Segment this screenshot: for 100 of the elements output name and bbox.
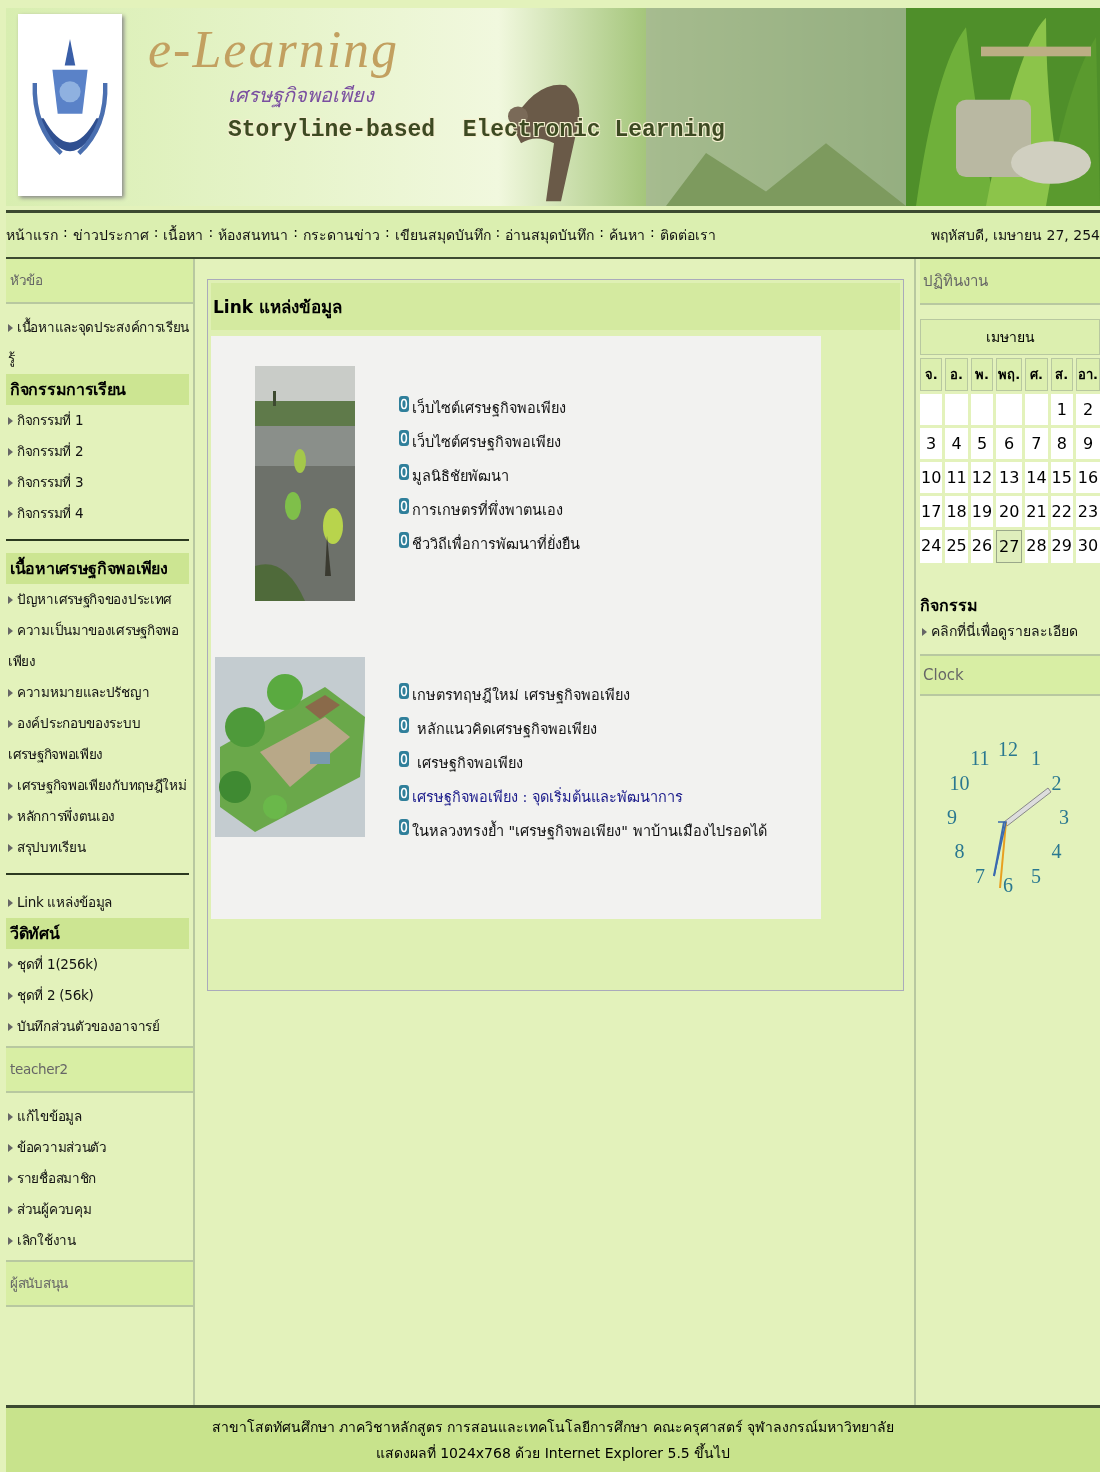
calendar-day[interactable]: 26 [970,530,994,563]
triangle-icon [8,479,13,487]
resource-link[interactable]: การเกษตรที่พึ่งพาตนเอง [399,498,580,521]
calendar-day[interactable]: 29 [1050,530,1073,563]
sidebar-link[interactable]: กิจกรรมที่ 3 [6,467,193,498]
calendar-day[interactable]: 20 [996,496,1023,527]
sidebar-link[interactable]: ชุดที่ 1(256k) [6,949,193,980]
empty-day-cell [945,394,968,425]
nav-link[interactable]: เขียนสมุดบันทึก [394,224,491,246]
resource-link[interactable]: เว็บไซต์เศรษฐกิจพอเพียง [399,396,580,419]
sidebar-link[interactable]: องค์ประกอบของระบบเศรษฐกิจพอเพียง [6,708,193,770]
sidebar-link[interactable]: แก้ไขข้อมูล [6,1101,193,1132]
calendar-day[interactable]: 19 [970,496,994,527]
calendar-day[interactable]: 6 [996,428,1023,459]
calendar-day[interactable]: 22 [1050,496,1073,527]
calendar-day[interactable]: 12 [970,462,994,493]
nav-link[interactable]: เนื้อหา [163,224,204,246]
block-header: ผู้สนับสนุน [6,1260,193,1307]
weekday-header: จ. [920,358,943,391]
sidebar-link[interactable]: ข้อความส่วนตัว [6,1132,193,1163]
sidebar-link[interactable]: บันทึกส่วนตัวของอาจารย์ [6,1011,193,1042]
triangle-icon [8,992,13,1000]
resource-link[interactable]: ชีววิถีเพื่อการพัฒนาที่ยั่งยืน [399,532,580,555]
section-heading: กิจกรรมการเรียน [6,374,189,405]
sidebar-link[interactable]: ส่วนผู้ควบคุม [6,1194,193,1225]
clock-number: 12 [998,738,1018,760]
sidebar-link[interactable]: รายชื่อสมาชิก [6,1163,193,1194]
clock-number: 8 [954,840,965,862]
block-header: ปฏิทินงาน [920,259,1100,305]
sidebar-link[interactable]: สรุปบทเรียน [6,832,193,863]
calendar-month: เมษายน [920,319,1100,355]
calendar-day[interactable]: 24 [920,530,943,563]
sidebar-link[interactable]: เลิกใช้งาน [6,1225,193,1256]
empty-day-cell [996,394,1023,425]
bullet-icon [399,785,409,801]
sidebar-link[interactable]: เศรษฐกิจพอเพียงกับทฤษฎีใหม่ [6,770,193,801]
calendar-day[interactable]: 8 [1050,428,1073,459]
sidebar-link[interactable]: เนื้อหาและจุดประสงค์การเรียนรู้ [6,312,193,374]
calendar-day[interactable]: 13 [996,462,1023,493]
calendar-day[interactable]: 10 [920,462,943,493]
weekday-header: ศ. [1025,358,1048,391]
date-text: พฤหัสบดี, เมษายน 27, 254 [931,226,1100,245]
sidebar-link[interactable]: ความเป็นมาของเศรษฐกิจพอเพียง [6,615,193,677]
nav-link[interactable]: ข่าวประกาศ [72,224,149,246]
resource-link[interactable]: เศรษฐกิจพอเพียง [399,751,767,774]
nav-link[interactable]: ห้องสนทนา [218,224,289,246]
calendar-day[interactable]: 18 [945,496,968,527]
bullet-icon [399,464,409,480]
calendar-day[interactable]: 3 [920,428,943,459]
panel-title: Link แหล่งข้อมูล [211,283,900,330]
events-heading: กิจกรรม [920,595,979,617]
resource-link[interactable]: ในหลวงทรงย้ำ "เศรษฐกิจพอเพียง" พาบ้านเมืองไปรอดได้ [399,819,767,842]
calendar-day[interactable]: 7 [1025,428,1048,459]
bullet-icon [399,498,409,514]
sidebar-link[interactable]: กิจกรรมที่ 2 [6,436,193,467]
resource-link[interactable]: หลักแนวคิดเศรษฐกิจพอเพียง [399,717,767,740]
calendar-day[interactable]: 21 [1025,496,1048,527]
triangle-icon [8,417,13,425]
calendar-day[interactable]: 9 [1076,428,1100,459]
calendar-day[interactable]: 25 [945,530,968,563]
sidebar-link[interactable]: ความหมายและปรัชญา [6,677,193,708]
sidebar-link[interactable]: หลักการพึ่งตนเอง [6,801,193,832]
nav-link[interactable]: ติดต่อเรา [659,224,716,246]
sidebar-link[interactable]: ปัญหาเศรษฐกิจของประเทศ [6,584,193,615]
resource-link[interactable]: เว็บไซต์ศรษฐกิจพอเพียง [399,430,580,453]
clock-number: 1 [1031,747,1041,770]
calendar-day[interactable]: 16 [1076,462,1100,493]
sidebar-link[interactable]: Link แหล่งข้อมูล [6,887,193,918]
calendar-day[interactable]: 4 [945,428,968,459]
weekday-header: อา. [1076,358,1100,391]
calendar-day[interactable]: 14 [1025,462,1048,493]
triangle-icon [8,844,13,852]
resource-link[interactable]: เกษตรทฤษฎีใหม่ เศรษฐกิจพอเพียง [399,683,767,706]
sidebar-link[interactable]: ชุดที่ 2 (56k) [6,980,193,1011]
nav-link[interactable]: ค้นหา [609,224,646,246]
calendar-day[interactable]: 30 [1076,530,1100,563]
calendar-day[interactable]: 17 [920,496,943,527]
calendar-day[interactable]: 28 [1025,530,1048,563]
block-header: Clock [920,654,1100,696]
sidebar-link[interactable]: กิจกรรมที่ 1 [6,405,193,436]
nav-separator: : [599,224,605,242]
triangle-icon [8,627,13,635]
sidebar-link[interactable]: กิจกรรมที่ 4 [6,498,193,529]
resource-link[interactable]: เศรษฐกิจพอเพียง : จุดเริ่มต้นและพัฒนาการ [399,785,767,808]
calendar-day[interactable]: 23 [1076,496,1100,527]
nav-link[interactable]: อ่านสมุดบันทึก [505,224,595,246]
nav-link[interactable]: หน้าแรก [6,224,58,246]
bullet-icon [399,819,409,835]
calendar-day[interactable]: 15 [1050,462,1073,493]
resource-link[interactable]: มูลนิธิชัยพัฒนา [399,464,580,487]
calendar-day[interactable]: 27 [996,530,1023,563]
calendar-day[interactable]: 11 [945,462,968,493]
nav-link[interactable]: กระดานข่าว [302,224,380,246]
nav-separator: : [384,224,390,242]
calendar-day[interactable]: 5 [970,428,994,459]
empty-day-cell [970,394,994,425]
calendar-day[interactable]: 1 [1050,394,1073,425]
nav-separator: : [153,224,159,242]
events-link[interactable]: คลิกที่นี่เพื่อดูรายละเอียด [920,618,1100,644]
calendar-day[interactable]: 2 [1076,394,1100,425]
